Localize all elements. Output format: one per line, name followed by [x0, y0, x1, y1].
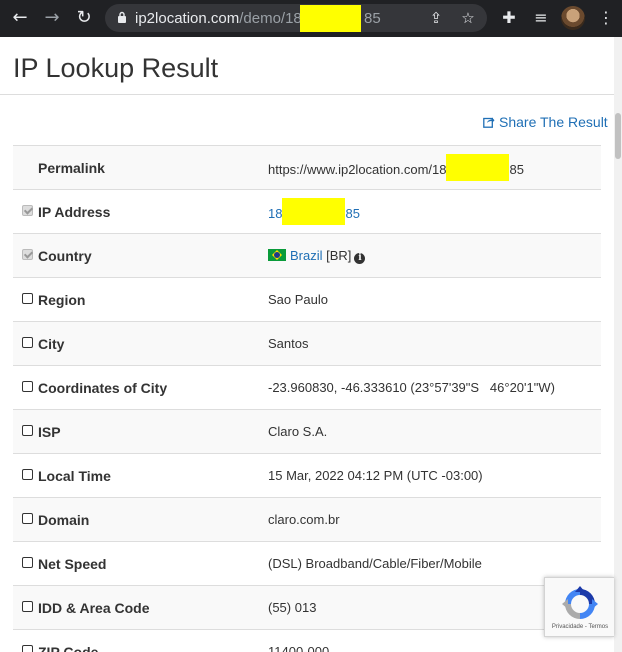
divider	[0, 94, 614, 95]
region-checkbox[interactable]	[22, 293, 33, 304]
table-row: Coordinates of City -23.960830, -46.3336…	[13, 365, 601, 409]
menu-icon[interactable]: ⋮	[595, 7, 617, 29]
country-link[interactable]: Brazil	[290, 248, 323, 263]
row-label: Coordinates of City	[38, 380, 168, 396]
url-tail: 85	[364, 10, 381, 27]
redaction-box	[300, 5, 361, 32]
row-value: 15 Mar, 2022 04:12 PM (UTC -03:00)	[268, 468, 483, 483]
share-icon[interactable]: ⇪	[427, 9, 445, 27]
row-label: ZIP Code	[38, 644, 99, 652]
row-value: Sao Paulo	[268, 292, 328, 307]
ip-address-link[interactable]: 18 85	[268, 198, 360, 225]
redaction-box	[446, 154, 510, 181]
idd-area-code-checkbox[interactable]	[22, 601, 33, 612]
row-label: Domain	[38, 512, 90, 528]
row-label: Country	[38, 248, 92, 264]
city-checkbox[interactable]	[22, 337, 33, 348]
row-label: Net Speed	[38, 556, 107, 572]
table-row: IDD & Area Code (55) 013	[13, 585, 601, 629]
table-row: Region Sao Paulo	[13, 277, 601, 321]
lookup-result-table: Permalink https://www.ip2location.com/18…	[13, 145, 601, 652]
row-value: 11400-000	[268, 644, 330, 652]
browser-toolbar: ← → ↻ ip2location.com/demo/18 85 ⇪ ☆ ✚ ≡…	[0, 0, 622, 37]
page-scrollbar[interactable]	[614, 37, 622, 652]
lock-icon[interactable]	[117, 11, 127, 23]
star-icon[interactable]: ☆	[459, 9, 477, 27]
row-label: Region	[38, 292, 86, 308]
row-value: -23.960830, -46.333610 (23°57'39"S 46°20…	[268, 380, 555, 395]
coordinates-checkbox[interactable]	[22, 381, 33, 392]
url-path: /demo/18	[239, 10, 302, 27]
url-text: ip2location.com/demo/18	[135, 10, 302, 27]
domain-checkbox[interactable]	[22, 513, 33, 524]
share-result-label: Share The Result	[499, 114, 608, 130]
avatar[interactable]	[561, 6, 585, 30]
row-label: Local Time	[38, 468, 111, 484]
table-row: Country Brazil [BR] i	[13, 233, 601, 277]
recaptcha-footer[interactable]: Privacidade - Termos	[545, 624, 615, 630]
share-result-link[interactable]: Share The Result	[483, 114, 608, 130]
ip-suffix: 85	[345, 205, 360, 221]
row-label: IP Address	[38, 204, 111, 220]
table-row: Local Time 15 Mar, 2022 04:12 PM (UTC -0…	[13, 453, 601, 497]
reload-icon[interactable]: ↻	[72, 6, 96, 30]
row-value: Claro S.A.	[268, 424, 328, 439]
isp-checkbox[interactable]	[22, 425, 33, 436]
page-title: IP Lookup Result	[13, 53, 219, 83]
country-code: [BR]	[326, 248, 352, 263]
media-icon[interactable]: ≡	[530, 7, 552, 29]
recaptcha-badge[interactable]: Privacidade - Termos	[544, 577, 614, 637]
row-value: Santos	[268, 336, 309, 351]
table-row: Domain claro.com.br	[13, 497, 601, 541]
row-value: claro.com.br	[268, 512, 340, 527]
ip-prefix: 18	[268, 205, 283, 221]
country-checkbox[interactable]	[22, 249, 33, 260]
forward-icon[interactable]: →	[40, 6, 64, 30]
table-row: Permalink https://www.ip2location.com/18…	[13, 145, 601, 189]
table-row: Net Speed (DSL) Broadband/Cable/Fiber/Mo…	[13, 541, 601, 585]
scrollbar-thumb[interactable]	[615, 113, 621, 159]
page-content: IP Lookup Result Share The Result Permal…	[0, 37, 614, 652]
net-speed-checkbox[interactable]	[22, 557, 33, 568]
permalink-suffix: 85	[509, 161, 524, 177]
extensions-icon[interactable]: ✚	[498, 7, 520, 29]
share-square-icon	[483, 117, 495, 128]
table-row: ISP Claro S.A.	[13, 409, 601, 453]
recaptcha-icon	[562, 586, 598, 619]
redaction-box	[282, 198, 346, 225]
row-value: (DSL) Broadband/Cable/Fiber/Mobile	[268, 556, 482, 571]
table-row: City Santos	[13, 321, 601, 365]
permalink-prefix: https://www.ip2location.com/18	[268, 161, 447, 177]
back-icon[interactable]: ←	[8, 6, 32, 30]
row-label: Permalink	[38, 160, 105, 176]
address-bar[interactable]: ip2location.com/demo/18 85 ⇪ ☆	[105, 4, 487, 32]
row-label: IDD & Area Code	[38, 600, 150, 616]
url-host: ip2location.com	[135, 10, 240, 27]
info-icon[interactable]: i	[354, 253, 366, 264]
table-row: ZIP Code 11400-000	[13, 629, 601, 652]
zip-code-checkbox[interactable]	[22, 645, 33, 652]
ip-address-checkbox[interactable]	[22, 205, 33, 216]
row-label: ISP	[38, 424, 61, 440]
row-value: (55) 013	[268, 600, 317, 615]
permalink-value[interactable]: https://www.ip2location.com/18 85	[268, 154, 524, 181]
local-time-checkbox[interactable]	[22, 469, 33, 480]
country-value: Brazil [BR] i	[268, 248, 366, 264]
table-row: IP Address 18 85	[13, 189, 601, 233]
brazil-flag-icon	[268, 249, 286, 261]
row-label: City	[38, 336, 65, 352]
